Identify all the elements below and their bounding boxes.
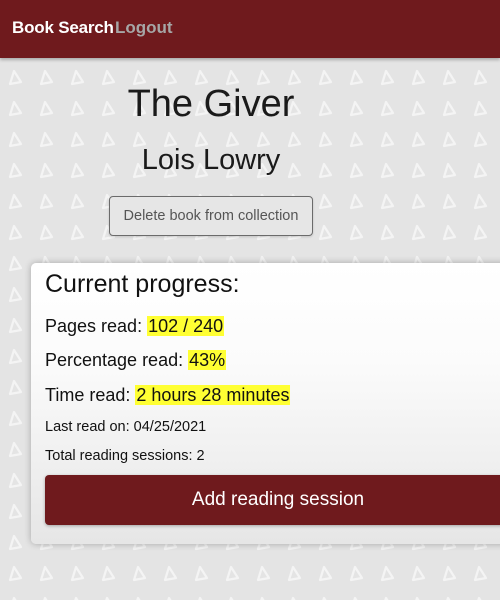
pages-read-label: Pages read: <box>45 316 143 336</box>
pages-read-row: Pages read: 102 / 240 <box>45 313 225 339</box>
total-sessions: Total reading sessions: 2 <box>45 448 205 464</box>
nav-logout-link[interactable]: Logout <box>115 18 173 38</box>
time-read-row: Time read: 2 hours 28 minutes <box>45 382 291 408</box>
percentage-read-label: Percentage read: <box>45 350 184 370</box>
book-author: Lois Lowry <box>141 144 281 176</box>
percentage-read-row: Percentage read: 43% <box>45 347 227 373</box>
navbar: Book Search Logout <box>0 0 500 58</box>
time-read-label: Time read: <box>45 385 131 405</box>
pages-read-value: 102 / 240 <box>147 316 225 336</box>
progress-card: Current progress: Pages read: 102 / 240 … <box>31 263 500 544</box>
add-reading-session-button[interactable]: Add reading session <box>45 475 500 525</box>
delete-book-button[interactable]: Delete book from collection <box>109 196 313 236</box>
nav-brand-link[interactable]: Book Search <box>12 18 114 38</box>
progress-heading: Current progress: <box>45 270 240 298</box>
last-read-date: Last read on: 04/25/2021 <box>45 419 207 435</box>
book-title: The Giver <box>127 83 295 125</box>
time-read-value: 2 hours 28 minutes <box>135 385 291 405</box>
percentage-read-value: 43% <box>188 350 227 370</box>
